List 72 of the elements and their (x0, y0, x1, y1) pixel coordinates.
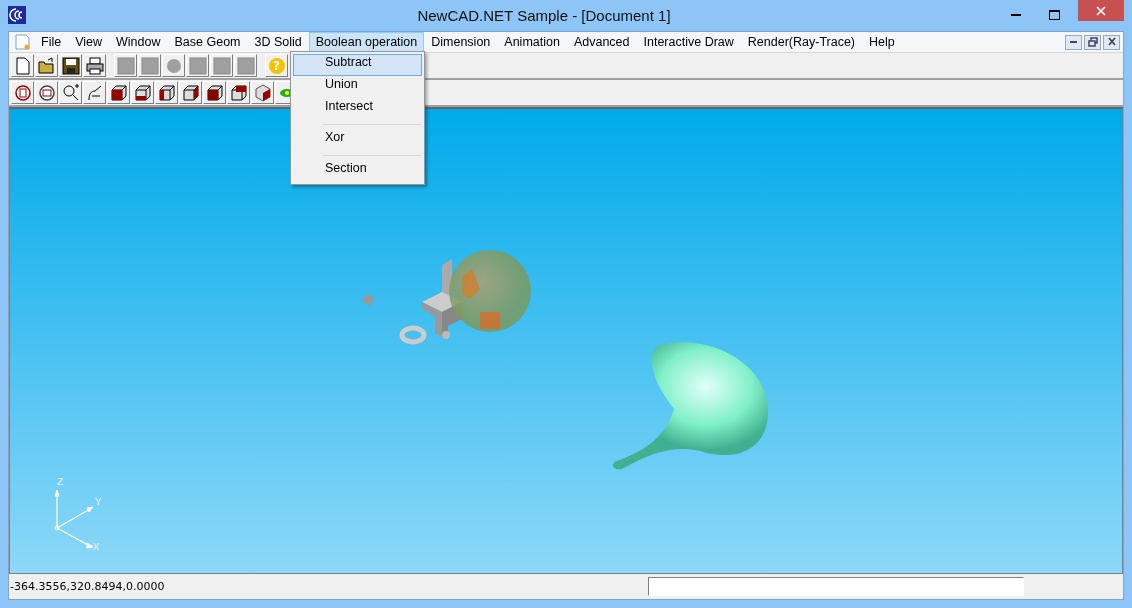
menu-item[interactable]: Animation (497, 32, 567, 52)
menu-item[interactable]: View (68, 32, 110, 52)
menu-item[interactable]: Help (862, 32, 902, 52)
toolbar-button[interactable] (210, 54, 233, 77)
cube-icon (109, 83, 128, 102)
zoom-window-button[interactable] (35, 81, 58, 104)
window-title: NewCAD.NET Sample - [Document 1] (417, 6, 671, 24)
dropdown-menu-item[interactable]: Xor (293, 129, 422, 151)
disabled-tool-icon (212, 56, 231, 75)
x-axis-label: X (93, 541, 100, 553)
cube-icon (181, 83, 200, 102)
dropdown-menu-item[interactable]: Subtract (293, 54, 422, 76)
y-axis-label: Y (95, 496, 102, 508)
back-view-button[interactable] (131, 81, 154, 104)
close-icon (1096, 5, 1106, 16)
toolbar-button[interactable] (114, 54, 137, 77)
disabled-tool-icon (116, 56, 135, 75)
dropdown-menu-item[interactable]: Section (293, 160, 422, 182)
print-button[interactable] (83, 54, 106, 77)
zoom-page-button[interactable] (11, 81, 34, 104)
menu-item[interactable]: Render(Ray-Trace) (740, 32, 863, 52)
zoom-in-icon (61, 83, 80, 102)
menu-item[interactable]: Base Geom (167, 32, 248, 52)
iso-view-button[interactable] (251, 81, 274, 104)
menu-item[interactable]: Interactive Draw (636, 32, 741, 52)
cube-icon (157, 83, 176, 102)
axis-gizmo-drawing (54, 489, 94, 549)
toolbar-button[interactable] (186, 54, 209, 77)
dropdown-menu-item[interactable]: Union (293, 76, 422, 98)
folder-icon (37, 56, 56, 75)
magnifier-icon (13, 83, 32, 102)
top-view-button[interactable] (203, 81, 226, 104)
torus-shape (399, 325, 427, 345)
menu-item[interactable]: Dimension (424, 32, 498, 52)
small-cube-shape (362, 293, 375, 306)
open-button[interactable] (35, 54, 58, 77)
menu-item[interactable]: Window (109, 32, 168, 52)
toolbar-button[interactable] (162, 54, 185, 77)
z-axis-label: Z (57, 476, 64, 488)
minimize-icon (1011, 14, 1021, 16)
menu-item[interactable]: 3D Solid (247, 32, 309, 52)
new-file-button[interactable] (11, 54, 34, 77)
menu-item[interactable]: Advanced (566, 32, 637, 52)
cube-icon (205, 83, 224, 102)
left-view-button[interactable] (155, 81, 178, 104)
front-view-button[interactable] (107, 81, 130, 104)
small-sphere-shape (442, 331, 450, 339)
disabled-blob-icon (164, 56, 183, 75)
dropdown-menu-item[interactable]: Intersect (293, 98, 422, 120)
menu-item[interactable]: Boolean operation (308, 32, 425, 52)
toolbar-button[interactable] (138, 54, 161, 77)
new-file-icon (13, 56, 32, 75)
disabled-tool-icon (236, 56, 255, 75)
disabled-tool-icon (140, 56, 159, 75)
cube-icon (229, 83, 248, 102)
right-view-button[interactable] (179, 81, 202, 104)
save-button[interactable] (59, 54, 82, 77)
coordinates-text: -364.3556,320.8494,0.0000 (10, 580, 166, 593)
bottom-view-button[interactable] (227, 81, 250, 104)
toolbar-button[interactable] (234, 54, 257, 77)
magnifier-icon (37, 83, 56, 102)
cube-icon (253, 83, 272, 102)
cube-icon (133, 83, 152, 102)
printer-icon (85, 56, 104, 75)
minimize-icon (1070, 41, 1077, 43)
menu-item[interactable]: File (34, 32, 69, 52)
maximize-icon (1048, 10, 1060, 20)
close-button[interactable] (1078, 0, 1124, 21)
mdi-minimize-button[interactable] (1065, 34, 1082, 50)
disabled-tool-icon (188, 56, 207, 75)
zoom-in-button[interactable] (59, 81, 82, 104)
app-logo-icon (8, 6, 26, 24)
